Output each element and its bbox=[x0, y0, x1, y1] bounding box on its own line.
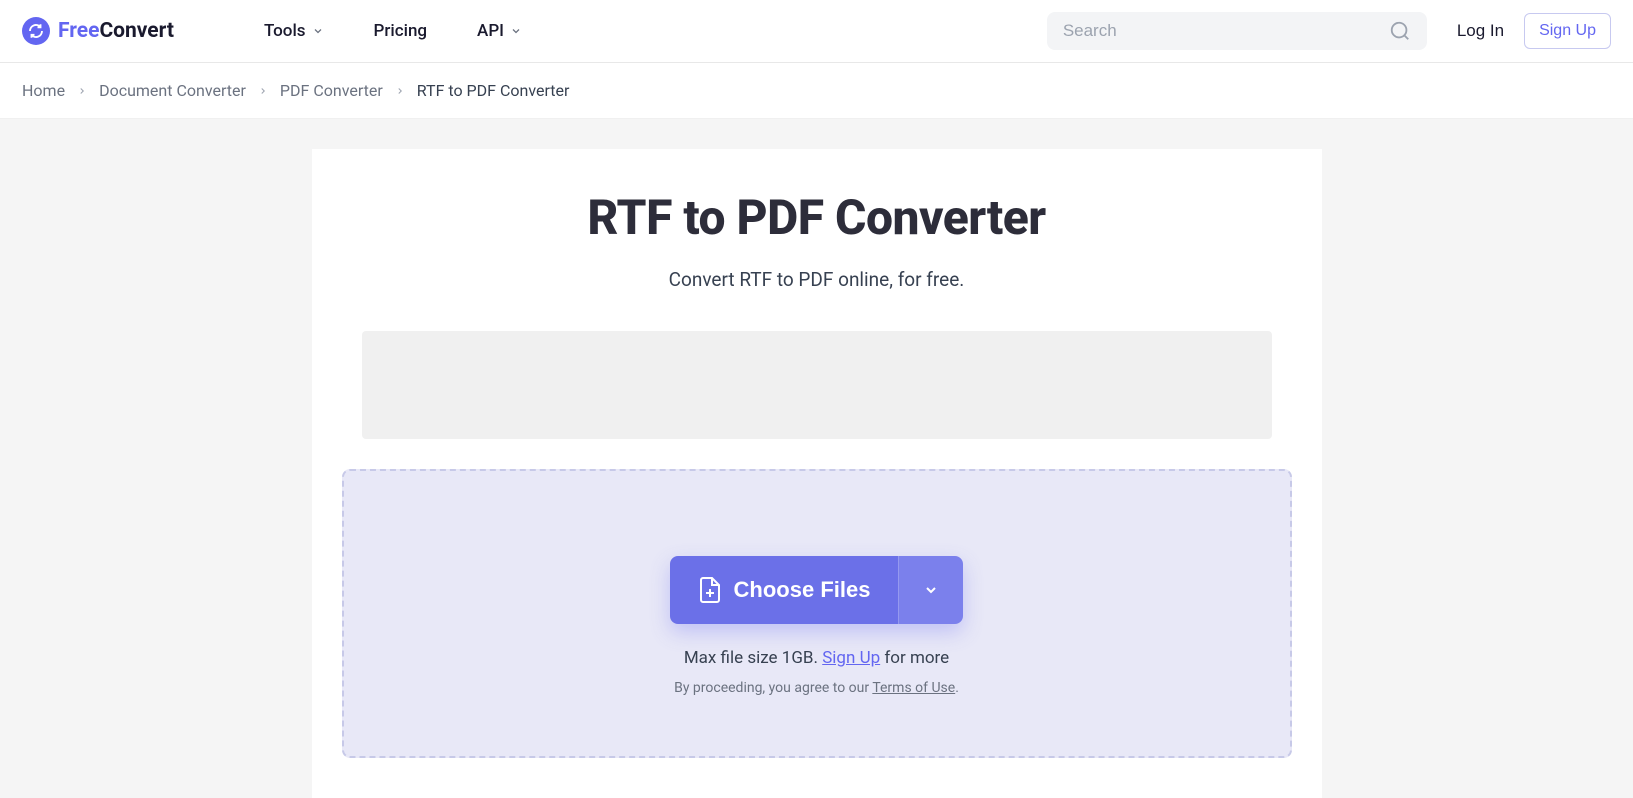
content-wrapper: RTF to PDF Converter Convert RTF to PDF … bbox=[0, 119, 1633, 798]
breadcrumb: Home Document Converter PDF Converter RT… bbox=[0, 63, 1633, 119]
terms-suffix: . bbox=[955, 680, 959, 696]
max-file-suffix: for more bbox=[880, 648, 949, 668]
logo[interactable]: FreeConvert bbox=[22, 17, 174, 45]
upload-info: Max file size 1GB. Sign Up for more bbox=[364, 648, 1270, 668]
page-subtitle: Convert RTF to PDF online, for free. bbox=[342, 268, 1292, 291]
logo-text: FreeConvert bbox=[58, 19, 174, 43]
nav-api[interactable]: API bbox=[477, 21, 522, 41]
search-box[interactable] bbox=[1047, 12, 1427, 50]
nav: Tools Pricing API bbox=[264, 21, 522, 41]
ad-placeholder bbox=[362, 331, 1272, 439]
choose-files-dropdown[interactable] bbox=[898, 556, 963, 624]
choose-files-button[interactable]: Choose Files bbox=[670, 556, 899, 624]
nav-api-label: API bbox=[477, 21, 504, 41]
choose-files-label: Choose Files bbox=[734, 577, 871, 603]
chevron-right-icon bbox=[258, 86, 268, 96]
signup-button[interactable]: Sign Up bbox=[1524, 13, 1611, 49]
chevron-down-icon bbox=[312, 25, 324, 37]
chevron-down-icon bbox=[510, 25, 522, 37]
terms-prefix: By proceeding, you agree to our bbox=[674, 680, 872, 696]
login-button[interactable]: Log In bbox=[1457, 21, 1504, 41]
nav-tools[interactable]: Tools bbox=[264, 21, 324, 41]
terms-link[interactable]: Terms of Use bbox=[872, 680, 955, 696]
breadcrumb-home[interactable]: Home bbox=[22, 81, 65, 100]
breadcrumb-current: RTF to PDF Converter bbox=[417, 81, 570, 100]
content: RTF to PDF Converter Convert RTF to PDF … bbox=[312, 149, 1322, 798]
nav-pricing-label: Pricing bbox=[374, 21, 428, 41]
max-file-prefix: Max file size 1GB. bbox=[684, 648, 822, 668]
file-add-icon bbox=[698, 576, 722, 604]
chevron-down-icon bbox=[923, 582, 939, 598]
upload-area[interactable]: Choose Files Max file size 1GB. Sign Up … bbox=[342, 469, 1292, 758]
chevron-right-icon bbox=[77, 86, 87, 96]
header: FreeConvert Tools Pricing API Log In Sig… bbox=[0, 0, 1633, 63]
nav-tools-label: Tools bbox=[264, 21, 306, 41]
breadcrumb-document-converter[interactable]: Document Converter bbox=[99, 81, 246, 100]
page-title: RTF to PDF Converter bbox=[342, 189, 1292, 246]
logo-icon bbox=[22, 17, 50, 45]
breadcrumb-pdf-converter[interactable]: PDF Converter bbox=[280, 81, 383, 100]
search-icon bbox=[1389, 20, 1411, 42]
terms-info: By proceeding, you agree to our Terms of… bbox=[364, 680, 1270, 696]
choose-files-group: Choose Files bbox=[670, 556, 964, 624]
search-input[interactable] bbox=[1063, 21, 1389, 41]
auth-buttons: Log In Sign Up bbox=[1457, 13, 1611, 49]
nav-pricing[interactable]: Pricing bbox=[374, 21, 428, 41]
signup-link[interactable]: Sign Up bbox=[822, 648, 880, 668]
chevron-right-icon bbox=[395, 86, 405, 96]
